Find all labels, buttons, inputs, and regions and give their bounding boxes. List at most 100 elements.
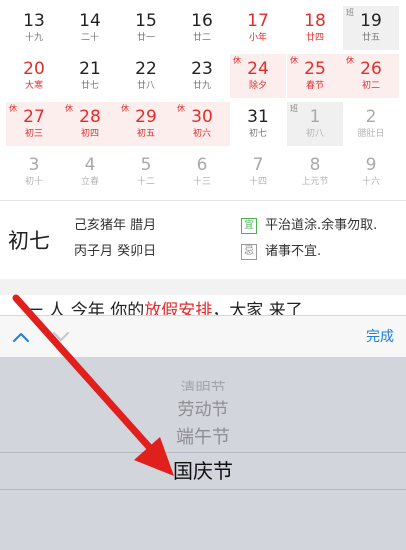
picker-selected-option[interactable]: 国庆节 [0, 457, 406, 485]
day-number: 13 [23, 11, 45, 31]
day-lunar-label: 初十 [24, 177, 43, 187]
chevron-up-icon[interactable] [12, 330, 30, 344]
day-info-panel: 初七 己亥猪年 腊月 丙子月 癸卯日 宜 平治道涂.余事勿取. 忌 诸事不宜. [0, 201, 406, 279]
calendar-week-row: 20 大寒 21 廿七 22 廿八 23 廿九 休 24 除夕休 25 春节休 26 初二 [0, 52, 406, 100]
day-number: 2 [365, 107, 377, 127]
day-lunar-label: 十六 [361, 177, 380, 187]
yi-badge: 宜 [241, 218, 257, 234]
calendar-day-cell[interactable]: 31 初七 [230, 102, 286, 146]
day-lunar-label: 大寒 [24, 81, 43, 91]
day-lunar-label: 廿七 [80, 81, 99, 91]
day-lunar-label: 十四 [248, 177, 267, 187]
day-lunar-label: 上元节 [301, 177, 329, 187]
calendar-day-cell[interactable]: 班 19 廿五 [343, 6, 399, 50]
calendar-day-cell[interactable]: 8 上元节 [287, 150, 343, 194]
picker-option[interactable]: 端午节 [0, 426, 406, 450]
calendar-day-cell[interactable]: 班 1 初八 [287, 102, 343, 146]
holiday-picker[interactable]: 清明节 劳动节 端午节 国庆节 [0, 357, 406, 550]
day-lunar-label: 十九 [24, 33, 43, 43]
day-lunar-label: 除夕 [248, 81, 267, 91]
calendar-day-cell[interactable]: 23 廿九 [174, 54, 230, 98]
day-lunar-label: 初二 [361, 81, 380, 91]
day-number: 6 [196, 155, 208, 175]
calendar-day-cell[interactable]: 14 二十 [62, 6, 118, 50]
day-lunar-label: 廿八 [136, 81, 155, 91]
chevron-down-icon[interactable] [52, 330, 70, 344]
day-lunar-label: 春节 [305, 81, 324, 91]
day-number: 5 [140, 155, 152, 175]
day-tag-badge: 休 [346, 56, 354, 65]
done-button[interactable]: 完成 [366, 327, 394, 347]
day-number: 31 [247, 107, 269, 127]
calendar-day-cell[interactable]: 15 廿一 [118, 6, 174, 50]
calendar-day-cell[interactable]: 16 廿二 [174, 6, 230, 50]
day-number: 9 [365, 155, 377, 175]
calendar-week-row: 休 27 初三休 28 初四休 29 初五休 30 初六 31 初七 班 1 初八 2 腊肚日 [0, 100, 406, 148]
calendar-day-cell[interactable]: 20 大寒 [6, 54, 62, 98]
lunar-day-label: 初七 [8, 229, 50, 253]
day-tag-badge: 休 [121, 104, 129, 113]
day-lunar-label: 立春 [80, 177, 99, 187]
day-lunar-label: 廿二 [192, 33, 211, 43]
calendar-day-cell[interactable]: 休 27 初三 [6, 102, 62, 146]
calendar-day-cell[interactable]: 2 腊肚日 [343, 102, 399, 146]
calendar-day-cell[interactable]: 13 十九 [6, 6, 62, 50]
day-lunar-label: 二十 [80, 33, 99, 43]
day-number: 20 [23, 59, 45, 79]
calendar-day-cell[interactable]: 22 廿八 [118, 54, 174, 98]
calendar-week-row: 13 十九 14 二十 15 廿一 16 廿二 17 小年 18 廿四 班 19 廿五 [0, 4, 406, 52]
selection-line-top [0, 452, 406, 453]
day-number: 23 [191, 59, 213, 79]
day-tag-badge: 班 [346, 8, 354, 17]
calendar-day-cell[interactable]: 休 30 初六 [174, 102, 230, 146]
calendar-day-cell[interactable]: 休 29 初五 [118, 102, 174, 146]
calendar-day-cell[interactable]: 3 初十 [6, 150, 62, 194]
day-lunar-label: 廿九 [192, 81, 211, 91]
day-lunar-label: 初六 [192, 129, 211, 139]
picker-option[interactable]: 清明节 [0, 379, 406, 391]
day-tag-badge: 休 [177, 104, 185, 113]
day-lunar-label: 初四 [80, 129, 99, 139]
calendar-day-cell[interactable]: 休 25 春节 [287, 54, 343, 98]
selection-line-bottom [0, 489, 406, 490]
day-tag-badge: 班 [290, 104, 298, 113]
article-snippet: 一 人 今年 你的放假安排，大家 来了 [0, 295, 406, 315]
calendar-day-cell[interactable]: 5 十二 [118, 150, 174, 194]
day-number: 3 [28, 155, 40, 175]
article-text: 一 人 今年 你的放假安排，大家 来了 [26, 301, 303, 315]
picker-option[interactable]: 劳动节 [0, 399, 406, 421]
calendar-week-row: 3 初十 4 立春 5 十二 6 十三 7 十四 8 上元节 9 十六 [0, 148, 406, 196]
day-number: 21 [79, 59, 101, 79]
calendar-day-cell[interactable]: 18 廿四 [287, 6, 343, 50]
day-number: 4 [84, 155, 96, 175]
ji-text: 诸事不宜. [265, 244, 322, 259]
calendar-day-cell[interactable]: 17 小年 [230, 6, 286, 50]
day-number: 17 [247, 11, 269, 31]
ji-badge: 忌 [241, 244, 257, 260]
article-suffix: ，大家 来了 [212, 301, 303, 315]
section-gap [0, 279, 406, 295]
calendar-day-cell[interactable]: 9 十六 [343, 150, 399, 194]
day-number: 7 [252, 155, 264, 175]
calendar-day-cell[interactable]: 休 24 除夕 [230, 54, 286, 98]
article-link[interactable]: 放假安排 [144, 301, 212, 315]
yi-text: 平治道涂.余事勿取. [265, 218, 378, 233]
day-tag-badge: 休 [290, 56, 298, 65]
calendar-day-cell[interactable]: 6 十三 [174, 150, 230, 194]
calendar-day-cell[interactable]: 休 26 初二 [343, 54, 399, 98]
day-lunar-label: 廿一 [136, 33, 155, 43]
picker-toolbar: 完成 [0, 315, 406, 357]
calendar-day-cell[interactable]: 休 28 初四 [62, 102, 118, 146]
calendar-day-cell[interactable]: 7 十四 [230, 150, 286, 194]
day-number: 15 [135, 11, 157, 31]
day-tag-badge: 休 [65, 104, 73, 113]
ganzhi-year-month: 己亥猪年 腊月 [74, 218, 157, 233]
day-lunar-label: 腊肚日 [357, 129, 385, 139]
day-tag-badge: 休 [233, 56, 241, 65]
calendar-day-cell[interactable]: 4 立春 [62, 150, 118, 194]
day-lunar-label: 廿四 [305, 33, 324, 43]
ganzhi-month-day: 丙子月 癸卯日 [74, 244, 157, 259]
day-tag-badge: 休 [9, 104, 17, 113]
calendar-day-cell[interactable]: 21 廿七 [62, 54, 118, 98]
day-number: 8 [309, 155, 321, 175]
